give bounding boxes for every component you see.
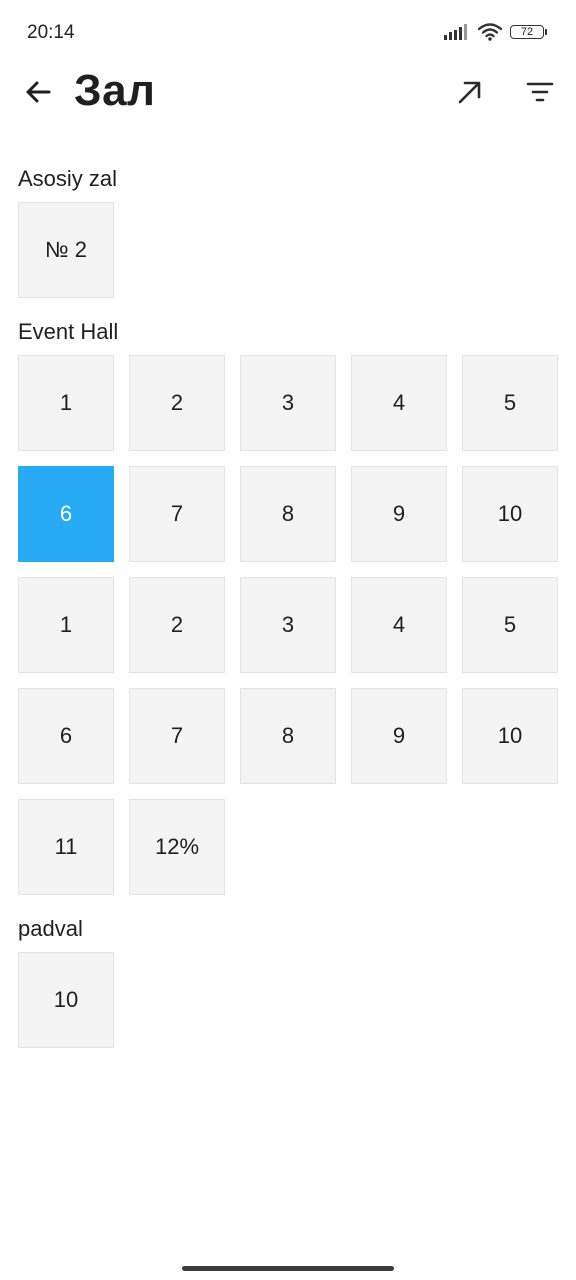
- table-tile[interactable]: 8: [240, 466, 336, 562]
- open-external-button[interactable]: [450, 72, 490, 112]
- table-label: 8: [281, 501, 295, 526]
- table-tile[interactable]: № 2: [18, 202, 114, 298]
- table-label: 6: [59, 723, 73, 748]
- table-tile[interactable]: 1: [18, 577, 114, 673]
- table-label: 3: [281, 390, 295, 415]
- table-label: 7: [170, 723, 184, 748]
- table-label: 9: [392, 501, 406, 526]
- app-bar: Зал: [0, 64, 576, 120]
- table-label: 1: [59, 612, 73, 637]
- table-label: 5: [503, 612, 517, 637]
- table-tile[interactable]: 4: [351, 355, 447, 451]
- table-tile[interactable]: 10: [462, 688, 558, 784]
- table-tile[interactable]: 12%: [129, 799, 225, 895]
- table-tile[interactable]: 3: [240, 577, 336, 673]
- wifi-icon: [478, 23, 502, 41]
- table-label: 7: [170, 501, 184, 526]
- table-label: 10: [497, 501, 523, 526]
- table-label: 12%: [154, 834, 200, 859]
- table-tile[interactable]: 10: [18, 952, 114, 1048]
- filter-button[interactable]: [520, 72, 560, 112]
- table-tile[interactable]: 2: [129, 577, 225, 673]
- table-tile-selected[interactable]: 6: [18, 466, 114, 562]
- battery-icon: 72: [510, 25, 547, 39]
- table-tile[interactable]: 9: [351, 466, 447, 562]
- section-title: Event Hall: [18, 319, 119, 344]
- table-label: 3: [281, 612, 295, 637]
- table-label: 4: [392, 612, 406, 637]
- table-label: 10: [53, 987, 79, 1012]
- table-tile[interactable]: 10: [462, 466, 558, 562]
- table-label: 9: [392, 723, 406, 748]
- table-tile[interactable]: 5: [462, 355, 558, 451]
- status-bar: 20:14 72: [0, 0, 576, 64]
- home-indicator[interactable]: [182, 1266, 394, 1271]
- table-tile[interactable]: 7: [129, 688, 225, 784]
- table-label: № 2: [45, 237, 87, 262]
- table-label: 10: [497, 723, 523, 748]
- filter-icon: [526, 82, 554, 102]
- tables-grid: № 2: [18, 202, 558, 298]
- table-tile[interactable]: 9: [351, 688, 447, 784]
- table-label: 6: [59, 501, 73, 526]
- status-time: 20:14: [27, 22, 75, 43]
- table-tile[interactable]: 8: [240, 688, 336, 784]
- table-tile[interactable]: 3: [240, 355, 336, 451]
- table-tile[interactable]: 2: [129, 355, 225, 451]
- tables-grid: 1 2 3 4 5 6 7 8 9 10 1 2 3 4 5 6 7 8 9 1…: [18, 355, 558, 895]
- signal-icon: [444, 24, 467, 40]
- table-tile[interactable]: 1: [18, 355, 114, 451]
- table-tile[interactable]: 6: [18, 688, 114, 784]
- table-label: 2: [170, 390, 184, 415]
- section-title: padval: [18, 916, 83, 941]
- status-icons: 72: [444, 20, 547, 44]
- page-title: Зал: [74, 66, 156, 115]
- section-title: Asosiy zal: [18, 166, 118, 191]
- table-label: 4: [392, 390, 406, 415]
- arrow-up-right-icon: [458, 81, 481, 104]
- battery-level: 72: [520, 25, 534, 38]
- back-button[interactable]: [18, 72, 58, 112]
- hall-content: Asosiy zal № 2 Event Hall 1 2 3 4 5 6 7 …: [18, 160, 558, 1063]
- table-tile[interactable]: 5: [462, 577, 558, 673]
- table-tile[interactable]: 4: [351, 577, 447, 673]
- table-tile[interactable]: 7: [129, 466, 225, 562]
- table-label: 11: [54, 834, 78, 859]
- table-tile[interactable]: 11: [18, 799, 114, 895]
- tables-grid: 10: [18, 952, 558, 1048]
- table-label: 5: [503, 390, 517, 415]
- table-label: 2: [170, 612, 184, 637]
- table-label: 8: [281, 723, 295, 748]
- arrow-left-icon: [26, 81, 51, 103]
- table-label: 1: [59, 390, 73, 415]
